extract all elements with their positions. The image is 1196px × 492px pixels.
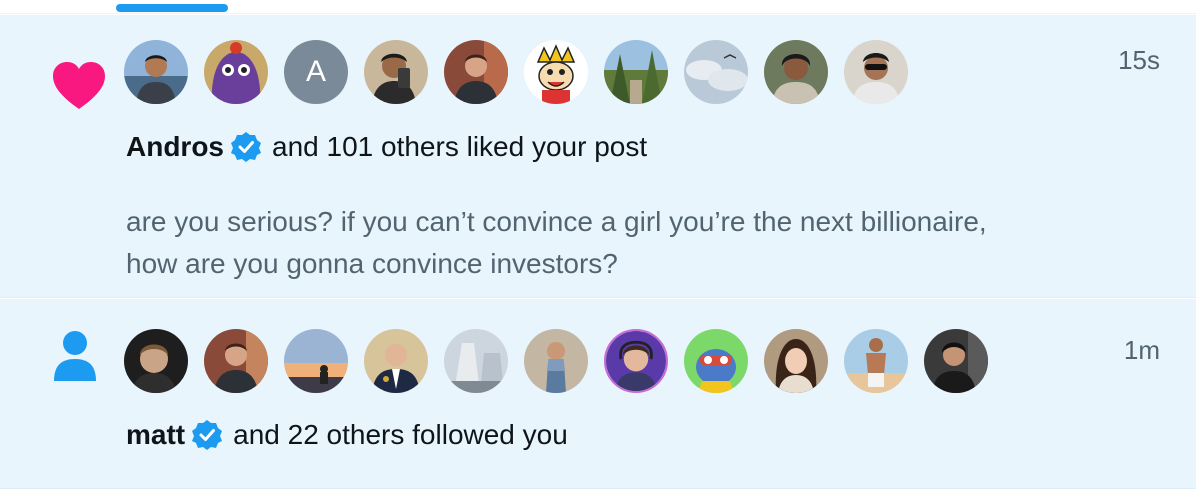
avatar[interactable]	[524, 329, 588, 393]
avatar[interactable]	[764, 40, 828, 104]
actor-name[interactable]: Andros	[126, 131, 224, 163]
heart-icon	[52, 61, 106, 111]
avatar[interactable]	[604, 329, 668, 393]
action-text: and 101 others liked your post	[272, 131, 648, 162]
notifications-page: A 15s Andros and 101 others liked your p…	[0, 0, 1196, 492]
avatar[interactable]	[844, 40, 908, 104]
verified-badge-icon	[192, 420, 223, 450]
avatar[interactable]	[444, 329, 508, 393]
post-preview[interactable]: are you serious? if you can’t convince a…	[126, 201, 1126, 285]
avatar[interactable]	[444, 40, 508, 104]
avatar[interactable]	[284, 329, 348, 393]
avatar[interactable]	[924, 329, 988, 393]
avatar[interactable]	[524, 40, 588, 104]
actor-name[interactable]: matt	[126, 419, 185, 451]
avatar[interactable]	[124, 40, 188, 104]
avatar[interactable]	[124, 329, 188, 393]
follow-notification[interactable]: 1m matt and 22 others followed you	[0, 299, 1196, 489]
avatar[interactable]	[844, 329, 908, 393]
notification-headline: matt and 22 others followed you	[126, 419, 568, 451]
post-text-line: are you serious? if you can’t convince a…	[126, 206, 987, 237]
notification-timestamp: 1m	[1123, 335, 1160, 365]
avatar[interactable]	[364, 329, 428, 393]
notification-headline: Andros and 101 others liked your post	[126, 131, 647, 163]
active-tab-indicator	[116, 4, 228, 12]
avatar[interactable]	[684, 40, 748, 104]
liker-avatars: A	[124, 40, 908, 104]
follower-avatars	[124, 329, 988, 393]
tab-strip	[0, 0, 1196, 14]
avatar[interactable]	[204, 40, 268, 104]
avatar[interactable]	[364, 40, 428, 104]
avatar[interactable]	[684, 329, 748, 393]
notification-timestamp: 15s	[1118, 45, 1160, 75]
avatar[interactable]	[204, 329, 268, 393]
avatar[interactable]	[604, 40, 668, 104]
post-text-line: how are you gonna convince investors?	[126, 248, 618, 279]
person-icon	[52, 329, 98, 381]
like-notification[interactable]: A 15s Andros and 101 others liked your p…	[0, 15, 1196, 298]
avatar-letter[interactable]: A	[284, 40, 348, 104]
avatar[interactable]	[764, 329, 828, 393]
action-text: and 22 others followed you	[233, 419, 568, 450]
verified-badge-icon	[231, 132, 261, 162]
